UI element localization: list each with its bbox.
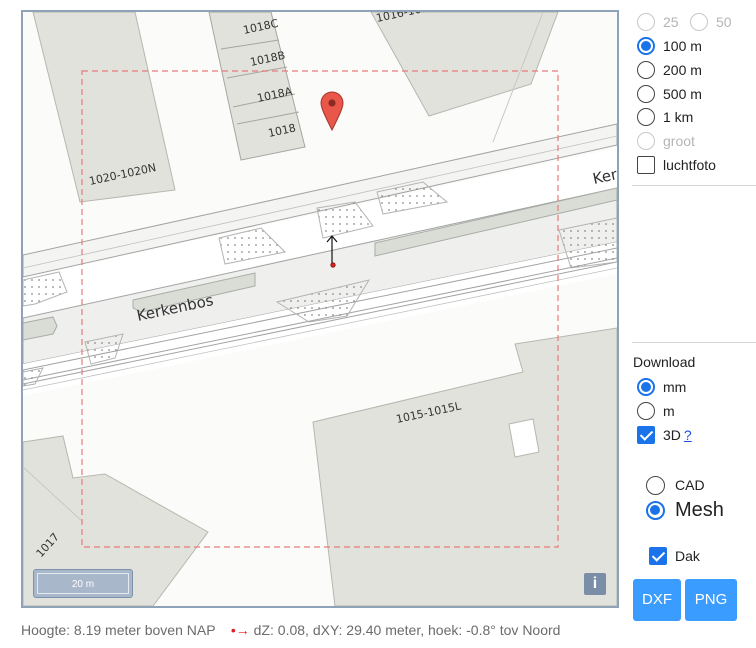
png-button[interactable]: PNG [685,579,737,621]
size-option-100m[interactable]: 100 m [637,35,702,57]
download-heading: Download [633,354,696,370]
size-option-1km[interactable]: 1 km [637,106,693,128]
checkbox-icon[interactable] [637,426,655,444]
scale-label: 20 m [37,573,129,594]
building-1015 [312,327,617,606]
scale-bar: 20 m [33,569,133,598]
radio-icon[interactable] [637,37,655,55]
height-readout: Hoogte: 8.19 meter boven NAP [21,622,216,638]
measure-marker-icon: •→ [230,622,250,638]
status-footer: Hoogte: 8.19 meter boven NAP •→ dZ: 0.08… [21,622,560,638]
radio-icon[interactable] [637,402,655,420]
checkbox-icon[interactable] [637,156,655,174]
unit-option-m[interactable]: m [637,400,675,422]
radio-icon[interactable] [646,475,665,495]
location-pin-icon[interactable] [320,91,344,132]
radio-icon[interactable] [637,108,655,126]
radio-icon[interactable] [637,61,655,79]
radio-icon[interactable] [646,500,665,520]
measure-readout: dZ: 0.08, dXY: 29.40 meter, hoek: -0.8° … [253,622,561,638]
divider [632,342,756,343]
format-option-mesh[interactable]: Mesh [646,497,724,523]
format-option-cad[interactable]: CAD [646,473,705,497]
size-option-500m[interactable]: 500 m [637,83,702,105]
radio-icon[interactable] [637,85,655,103]
checkbox-icon[interactable] [649,547,667,565]
radio-icon[interactable] [637,132,655,150]
building-1016 [370,12,559,143]
dak-option[interactable]: Dak [649,545,700,567]
info-button[interactable]: i [584,573,606,595]
luchtfoto-option[interactable]: luchtfoto [637,154,716,176]
threed-option[interactable]: 3D ? [637,424,692,446]
radio-icon[interactable] [637,378,655,396]
dxf-button[interactable]: DXF [633,579,681,621]
size-option-50[interactable]: 50 [690,11,732,33]
size-option-25[interactable]: 25 [637,11,679,33]
radio-icon[interactable] [690,13,708,31]
map-view[interactable]: Kerkenbos Ker 1018C 1018B 1018A 1018 102… [21,10,619,608]
unit-option-mm[interactable]: mm [637,376,686,398]
size-option-groot[interactable]: groot [637,130,695,152]
radio-icon[interactable] [637,13,655,31]
divider [632,185,756,186]
size-option-200m[interactable]: 200 m [637,59,702,81]
map-canvas[interactable]: Kerkenbos Ker 1018C 1018B 1018A 1018 102… [23,12,617,606]
threed-help-link[interactable]: ? [684,427,692,443]
